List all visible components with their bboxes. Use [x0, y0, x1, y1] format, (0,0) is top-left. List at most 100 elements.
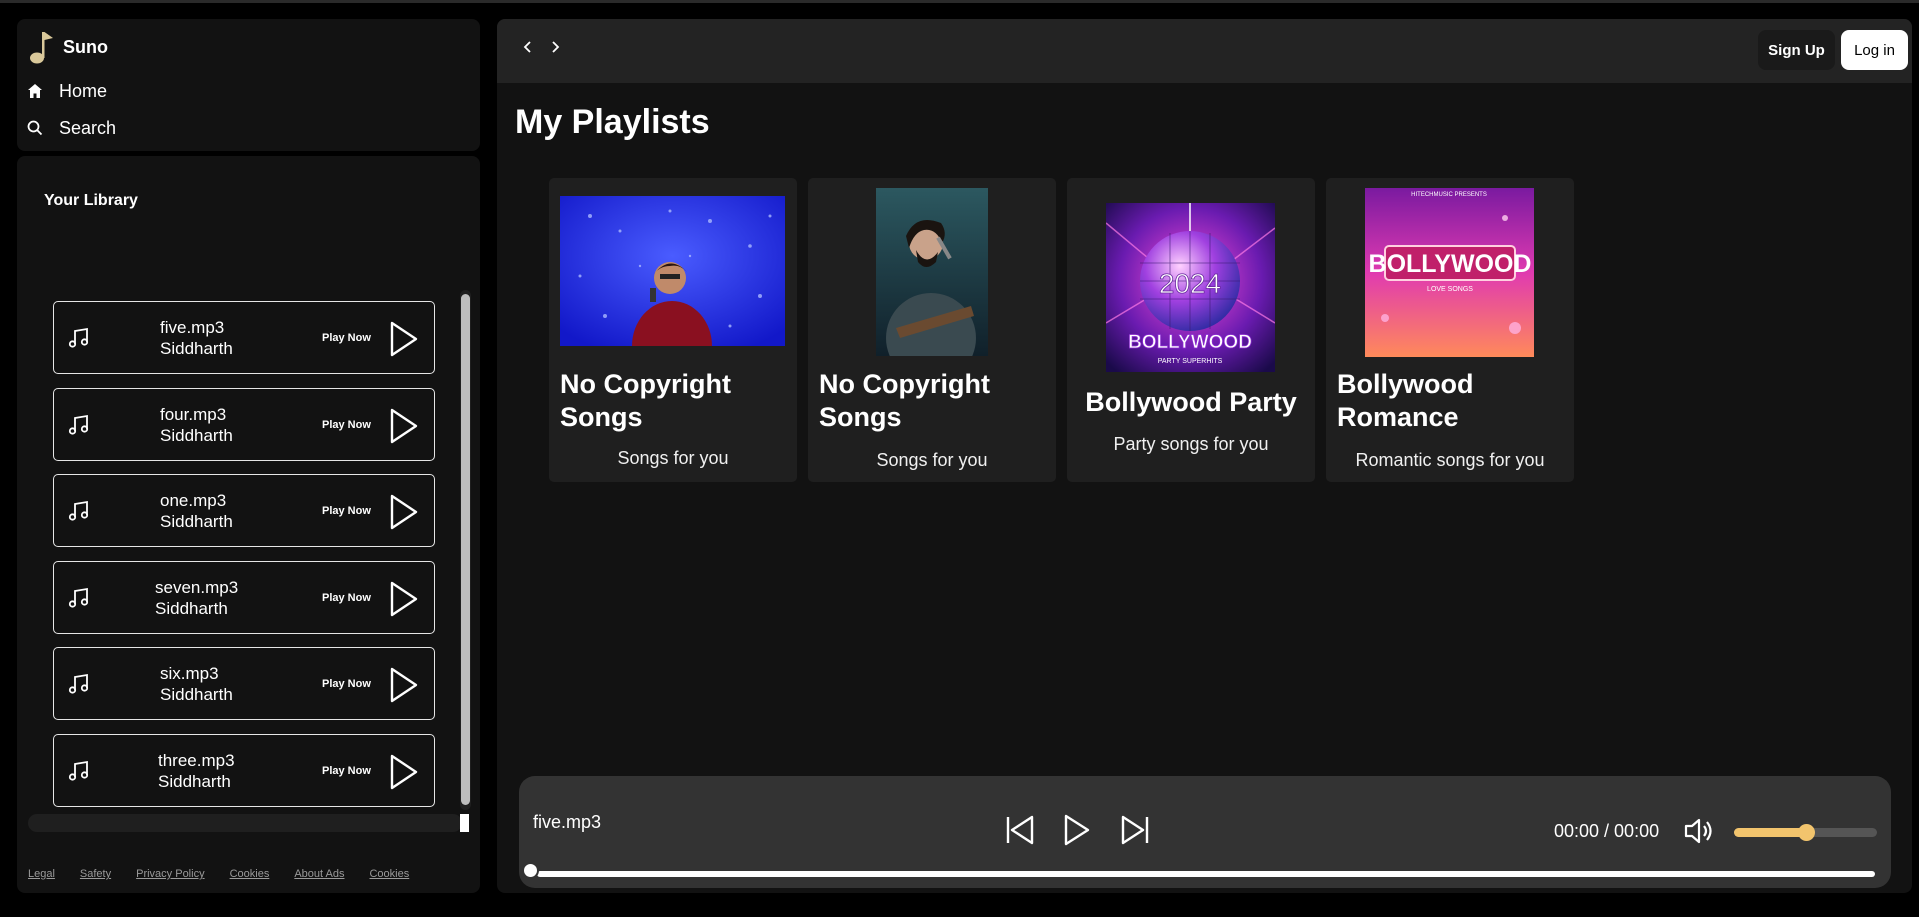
library-panel: Your Library five.mp3 Siddharth Play Now… — [17, 156, 480, 893]
play-icon[interactable] — [389, 494, 419, 530]
playlist-description: Party songs for you — [1113, 434, 1269, 454]
footer-link-privacy[interactable]: Privacy Policy — [136, 868, 204, 880]
play-icon[interactable] — [389, 581, 419, 617]
nav-home-label: Home — [59, 80, 108, 101]
sign-up-button[interactable]: Sign Up — [1758, 30, 1835, 70]
playlist-title: Bollywood Party — [1085, 387, 1297, 417]
play-icon[interactable] — [389, 667, 419, 703]
song-info: seven.mp3 Siddharth — [155, 577, 238, 619]
playlist-description: Songs for you — [617, 448, 729, 468]
song-info: four.mp3 Siddharth — [160, 404, 233, 446]
play-now-label[interactable]: Play Now — [322, 505, 371, 517]
scrollbar-corner — [460, 814, 469, 832]
song-filename: one.mp3 — [160, 491, 227, 510]
previous-track-icon[interactable] — [1003, 813, 1037, 847]
page-title: My Playlists — [515, 103, 710, 141]
music-note-icon — [68, 414, 89, 435]
playlist-card[interactable]: 2024 BOLLYWOOD PARTY SUPERHITS Bollywood… — [1067, 178, 1315, 482]
play-icon[interactable] — [389, 408, 419, 444]
home-icon — [28, 84, 42, 98]
cover-year-text: 2024 — [1159, 268, 1221, 299]
playlist-cover-image — [560, 196, 785, 346]
play-now-label[interactable]: Play Now — [322, 765, 371, 777]
chevron-right-icon[interactable] — [548, 40, 562, 54]
cover-name-text: BOLLYWOOD — [1128, 332, 1252, 353]
playlist-card[interactable]: No Copyright Songs Songs for you — [549, 178, 797, 482]
footer-links: Legal Safety Privacy Policy Cookies Abou… — [28, 868, 434, 880]
song-filename: five.mp3 — [160, 318, 225, 337]
song-card[interactable]: one.mp3 Siddharth Play Now — [53, 474, 435, 547]
song-card[interactable]: four.mp3 Siddharth Play Now — [53, 388, 435, 461]
play-now-label[interactable]: Play Now — [322, 592, 371, 604]
footer-link-safety[interactable]: Safety — [80, 868, 111, 880]
playlist-description: Romantic songs for you — [1355, 450, 1545, 470]
horizontal-scrollbar[interactable] — [28, 814, 462, 832]
chevron-left-icon[interactable] — [521, 40, 535, 54]
footer-link-legal[interactable]: Legal — [28, 868, 55, 880]
nav-search[interactable]: Search — [27, 113, 116, 143]
top-bar: Sign Up Log in — [497, 19, 1912, 83]
library-title: Your Library — [44, 192, 138, 209]
playlist-title: No Copyright Songs — [560, 369, 731, 432]
song-card[interactable]: five.mp3 Siddharth Play Now — [53, 301, 435, 374]
play-icon[interactable] — [1062, 813, 1092, 847]
playlist-description: Songs for you — [876, 450, 988, 470]
play-now-label[interactable]: Play Now — [322, 678, 371, 690]
play-now-label[interactable]: Play Now — [322, 419, 371, 431]
music-note-logo-icon — [30, 32, 53, 64]
song-filename: four.mp3 — [160, 405, 227, 424]
footer-link-about-ads[interactable]: About Ads — [294, 868, 344, 880]
playlist-cover-image: 2024 BOLLYWOOD PARTY SUPERHITS — [1106, 203, 1275, 372]
vertical-scrollbar[interactable] — [460, 290, 471, 810]
song-artist: Siddharth — [158, 772, 231, 791]
music-note-icon — [68, 327, 89, 348]
footer-link-cookies-2[interactable]: Cookies — [369, 868, 409, 880]
playlist-title: No Copyright Songs — [819, 369, 990, 432]
seek-bar-handle[interactable] — [522, 862, 539, 879]
playlist-card[interactable]: HITECHMUSIC PRESENTS BOLLYWOOD LOVE SONG… — [1326, 178, 1574, 482]
vertical-scrollbar-thumb[interactable] — [461, 294, 470, 805]
now-playing-track: five.mp3 — [533, 812, 602, 832]
volume-slider[interactable] — [1734, 824, 1877, 841]
next-track-icon[interactable] — [1118, 813, 1152, 847]
play-icon[interactable] — [389, 321, 419, 357]
song-artist: Siddharth — [160, 512, 233, 531]
cover-top-text: HITECHMUSIC PRESENTS — [1411, 192, 1487, 198]
song-info: one.mp3 Siddharth — [160, 490, 233, 532]
song-card[interactable]: three.mp3 Siddharth Play Now — [53, 734, 435, 807]
time-display: 00:00 / 00:00 — [1554, 821, 1660, 841]
song-artist: Siddharth — [160, 426, 233, 445]
music-player: five.mp3 00:00 / 00:00 — [519, 776, 1891, 888]
footer-link-cookies[interactable]: Cookies — [230, 868, 270, 880]
music-note-icon — [68, 587, 89, 608]
brand-name: Suno — [63, 36, 108, 57]
music-note-icon — [68, 760, 89, 781]
volume-slider-fill — [1734, 828, 1806, 837]
volume-icon[interactable] — [1683, 816, 1715, 846]
sidebar-nav-panel: Suno Home Search — [17, 19, 480, 151]
log-in-button[interactable]: Log in — [1841, 30, 1908, 70]
playlist-cover-image: HITECHMUSIC PRESENTS BOLLYWOOD LOVE SONG… — [1365, 188, 1534, 357]
seek-bar[interactable] — [537, 871, 1875, 877]
song-filename: three.mp3 — [158, 751, 235, 770]
song-filename: seven.mp3 — [155, 578, 239, 597]
music-note-icon — [68, 500, 89, 521]
search-icon — [27, 120, 43, 136]
playlist-cover-image — [876, 188, 988, 356]
cover-tag-text: PARTY SUPERHITS — [1158, 358, 1223, 365]
nav-search-label: Search — [59, 117, 117, 138]
nav-home[interactable]: Home — [27, 76, 107, 106]
song-artist: Siddharth — [155, 599, 228, 618]
brand[interactable]: Suno — [29, 29, 108, 65]
song-card[interactable]: six.mp3 Siddharth Play Now — [53, 647, 435, 720]
volume-slider-handle[interactable] — [1797, 824, 1815, 841]
song-info: three.mp3 Siddharth — [158, 750, 235, 792]
song-filename: six.mp3 — [160, 664, 219, 683]
playlist-title: Bollywood Romance — [1337, 369, 1474, 432]
song-artist: Siddharth — [160, 685, 233, 704]
song-info: six.mp3 Siddharth — [160, 663, 233, 705]
song-card[interactable]: seven.mp3 Siddharth Play Now — [53, 561, 435, 634]
play-icon[interactable] — [389, 754, 419, 790]
play-now-label[interactable]: Play Now — [322, 332, 371, 344]
playlist-card[interactable]: No Copyright Songs Songs for you — [808, 178, 1056, 482]
